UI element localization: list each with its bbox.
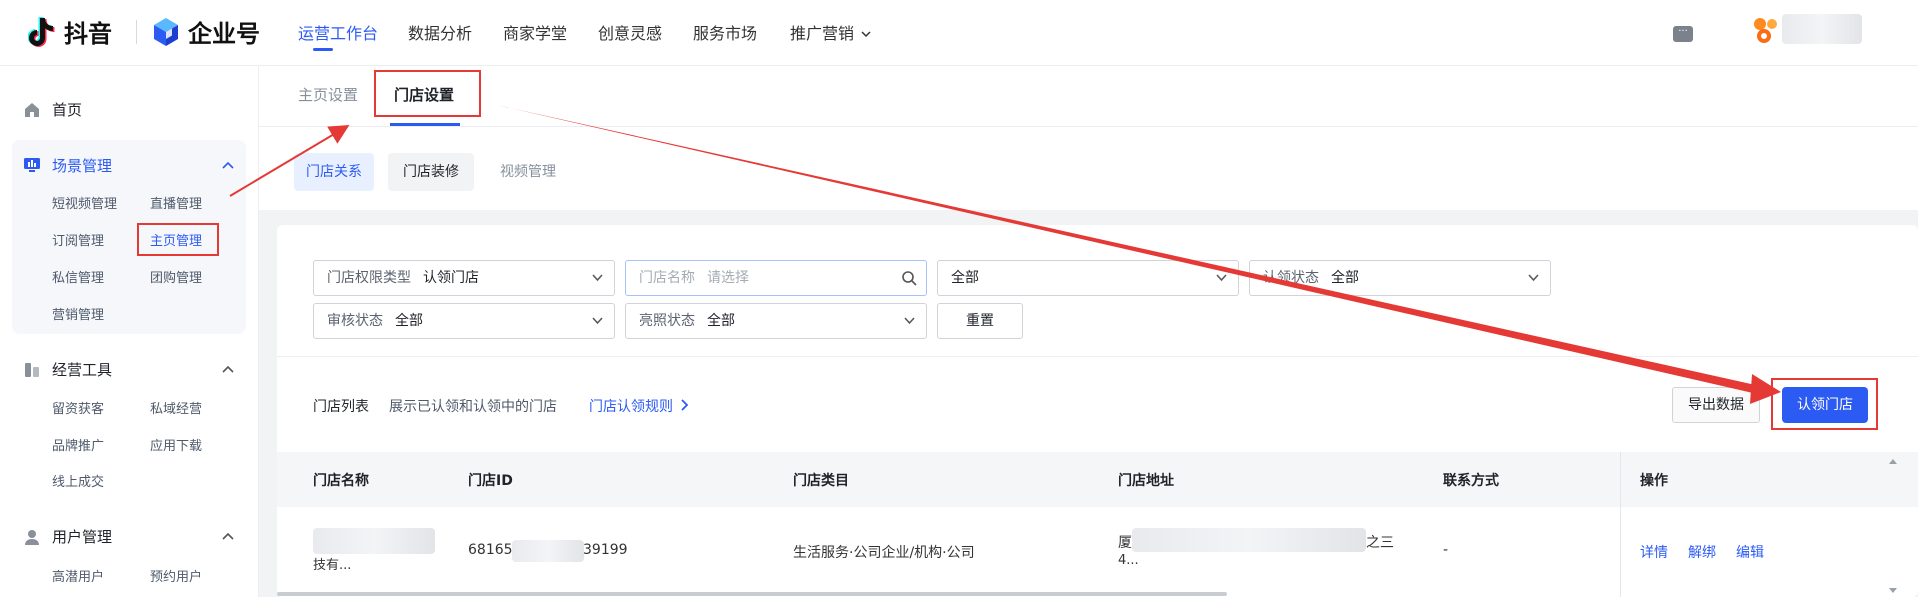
arrow-to-store-settings [229, 124, 350, 197]
arrowhead-claim [1750, 374, 1781, 404]
annotation-arrows [229, 105, 1781, 404]
arrow-to-claim-button [497, 105, 1769, 396]
